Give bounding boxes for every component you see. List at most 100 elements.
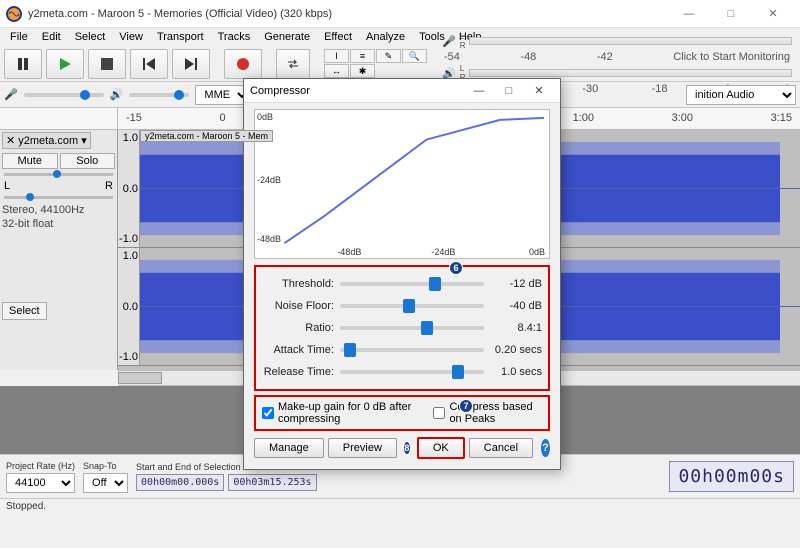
compressor-dialog: Compressor — □ ✕ 0dB -24dB -48dB -48dB -… <box>243 78 561 470</box>
ratio-label: Ratio: <box>262 322 334 334</box>
preview-button[interactable]: Preview <box>328 438 397 458</box>
mic-icon: 🎤 <box>442 35 456 48</box>
tick: -30 <box>582 83 598 95</box>
ratio-slider[interactable] <box>340 326 484 330</box>
transport-toolbar: I ≡ ✎ 🔍 ↔ ✱ 🎤LR -54 -48 -42 Click to Sta… <box>0 46 800 82</box>
help-icon[interactable]: ? <box>541 439 550 457</box>
annotation-badge-7: 7 <box>459 399 473 413</box>
menu-tracks[interactable]: Tracks <box>212 30 257 44</box>
dialog-minimize-button[interactable]: — <box>464 85 494 97</box>
loop-button[interactable] <box>276 49 310 79</box>
tick: -54 <box>444 51 460 63</box>
amplitude-scale: 1.00.0-1.0 <box>118 130 140 247</box>
draw-tool-icon[interactable]: ✎ <box>376 49 401 63</box>
dialog-buttons: Manage Preview 8 OK Cancel ? <box>254 437 550 459</box>
app-icon <box>6 6 22 22</box>
threshold-label: Threshold: <box>262 278 334 290</box>
menu-select[interactable]: Select <box>69 30 112 44</box>
amplitude-scale: 1.00.0-1.0 <box>118 248 140 365</box>
monitor-hint[interactable]: Click to Start Monitoring <box>673 51 790 63</box>
dialog-close-button[interactable]: ✕ <box>524 84 554 97</box>
clip-label[interactable]: y2meta.com - Maroon 5 - Mem <box>140 130 273 142</box>
project-rate-label: Project Rate (Hz) <box>6 461 75 471</box>
pause-button[interactable] <box>4 49 42 79</box>
ratio-value: 8.4:1 <box>490 322 542 334</box>
minimize-button[interactable]: — <box>668 1 710 27</box>
graph-ylabel: 0dB <box>257 112 273 122</box>
envelope-tool-icon[interactable]: ≡ <box>350 49 375 63</box>
selection-tool-icon[interactable]: I <box>324 49 349 63</box>
play-meter[interactable] <box>469 69 792 77</box>
play-volume-slider[interactable] <box>129 93 189 97</box>
graph-xlabel: -48dB <box>337 247 361 257</box>
sel-start-field[interactable]: 00h00m00.000s <box>136 474 224 491</box>
menu-generate[interactable]: Generate <box>258 30 316 44</box>
compressor-graph: 0dB -24dB -48dB -48dB -24dB 0dB <box>254 109 550 259</box>
attack-value: 0.20 secs <box>490 344 542 356</box>
menu-file[interactable]: File <box>4 30 34 44</box>
threshold-value: -12 dB <box>490 278 542 290</box>
dialog-title: Compressor <box>250 85 464 97</box>
noise-floor-slider[interactable] <box>340 304 484 308</box>
dialog-maximize-button[interactable]: □ <box>494 85 524 97</box>
menu-transport[interactable]: Transport <box>151 30 210 44</box>
pan-l: L <box>4 180 10 192</box>
menu-edit[interactable]: Edit <box>36 30 67 44</box>
gain-slider[interactable] <box>4 173 113 176</box>
ok-button[interactable]: OK <box>417 437 465 459</box>
release-label: Release Time: <box>262 366 334 378</box>
stop-button[interactable] <box>88 49 126 79</box>
window-title: y2meta.com - Maroon 5 - Memories (Offici… <box>28 8 668 20</box>
timeshift-tool-icon[interactable]: ↔ <box>324 64 349 78</box>
menu-view[interactable]: View <box>113 30 149 44</box>
makeup-gain-checkbox[interactable]: Make-up gain for 0 dB after compressing <box>262 401 419 425</box>
mute-button[interactable]: Mute <box>2 153 58 169</box>
track-select-button[interactable]: Select <box>2 302 47 320</box>
menu-analyze[interactable]: Analyze <box>360 30 411 44</box>
tick: 3:00 <box>672 112 693 129</box>
graph-ylabel: -24dB <box>257 175 281 185</box>
compressor-checkboxes: Make-up gain for 0 dB after compressing … <box>254 395 550 431</box>
pan-slider[interactable] <box>4 196 113 199</box>
tick: -15 <box>126 112 142 129</box>
attack-slider[interactable] <box>340 348 484 352</box>
multi-tool-icon[interactable]: ✱ <box>350 64 375 78</box>
rec-volume-slider[interactable] <box>24 93 104 97</box>
sel-end-field[interactable]: 00h03m15.253s <box>228 474 316 491</box>
record-button[interactable] <box>224 49 262 79</box>
compressor-controls: Threshold:-12 dB Noise Floor:-40 dB Rati… <box>254 265 550 391</box>
play-button[interactable] <box>46 49 84 79</box>
noise-floor-value: -40 dB <box>490 300 542 312</box>
menu-effect[interactable]: Effect <box>318 30 358 44</box>
compress-peaks-checkbox[interactable]: Compress based on Peaks <box>433 401 542 425</box>
speaker-icon: 🔊 <box>110 88 124 101</box>
zoom-tool-icon[interactable]: 🔍 <box>402 49 427 63</box>
audio-position[interactable]: 00h00m00s <box>669 461 794 492</box>
attack-label: Attack Time: <box>262 344 334 356</box>
graph-ylabel: -48dB <box>257 234 281 244</box>
mic-icon: 🎤 <box>4 88 18 101</box>
graph-xlabel: 0dB <box>529 247 545 257</box>
cancel-button[interactable]: Cancel <box>469 438 533 458</box>
snap-select[interactable]: Off <box>83 473 128 493</box>
solo-button[interactable]: Solo <box>60 153 116 169</box>
release-slider[interactable] <box>340 370 484 374</box>
skip-end-button[interactable] <box>172 49 210 79</box>
tick: -42 <box>597 51 613 63</box>
track-name-tab[interactable]: ✕ y2meta.com ▾ <box>2 132 91 149</box>
snap-label: Snap-To <box>83 461 128 471</box>
tools-palette: I ≡ ✎ 🔍 ↔ ✱ <box>324 49 434 78</box>
project-rate-select[interactable]: 44100 <box>6 473 75 493</box>
annotation-badge-6: 6 <box>449 261 463 275</box>
threshold-slider[interactable] <box>340 282 484 286</box>
release-value: 1.0 secs <box>490 366 542 378</box>
pan-r: R <box>105 180 113 192</box>
record-meter[interactable] <box>469 37 792 45</box>
tick: 0 <box>219 112 225 129</box>
manage-button[interactable]: Manage <box>254 438 324 458</box>
close-button[interactable]: ✕ <box>752 1 794 27</box>
skip-start-button[interactable] <box>130 49 168 79</box>
maximize-button[interactable]: □ <box>710 1 752 27</box>
annotation-badge-8: 8 <box>403 441 411 455</box>
output-device-select[interactable]: inition Audio <box>686 85 796 105</box>
